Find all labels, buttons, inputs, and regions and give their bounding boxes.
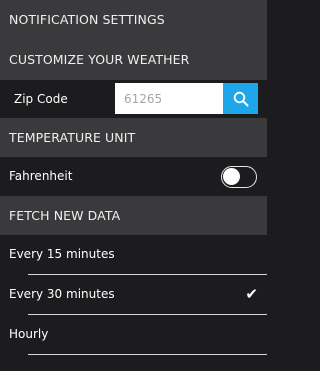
option-label: Hourly — [9, 327, 49, 341]
fahrenheit-toggle[interactable] — [221, 166, 257, 188]
section-header-notification: NOTIFICATION SETTINGS — [0, 0, 267, 39]
toggle-knob — [223, 168, 240, 185]
section-header-customize: CUSTOMIZE YOUR WEATHER — [0, 39, 267, 80]
zip-code-input[interactable] — [115, 83, 223, 114]
fetch-option-hourly[interactable]: Hourly — [0, 315, 267, 354]
zip-code-label: Zip Code — [14, 92, 68, 106]
section-title: CUSTOMIZE YOUR WEATHER — [9, 52, 190, 67]
option-label: Every 30 minutes — [9, 287, 115, 301]
settings-screen: NOTIFICATION SETTINGS CUSTOMIZE YOUR WEA… — [0, 0, 267, 371]
section-title: TEMPERATURE UNIT — [9, 130, 136, 145]
section-header-fetch: FETCH NEW DATA — [0, 196, 267, 235]
fahrenheit-label: Fahrenheit — [9, 169, 73, 183]
zip-code-row: Zip Code — [0, 80, 267, 118]
section-header-temperature: TEMPERATURE UNIT — [0, 118, 267, 157]
fetch-option-30-minutes[interactable]: Every 30 minutes ✔ — [0, 275, 267, 314]
option-label: Every 15 minutes — [9, 247, 115, 261]
search-button[interactable] — [223, 83, 258, 114]
temperature-unit-row: Fahrenheit — [0, 157, 267, 196]
fetch-option-15-minutes[interactable]: Every 15 minutes — [0, 235, 267, 274]
search-icon — [233, 91, 248, 106]
checkmark-icon: ✔ — [245, 285, 258, 303]
divider — [28, 354, 267, 355]
section-title: FETCH NEW DATA — [9, 208, 121, 223]
section-title: NOTIFICATION SETTINGS — [9, 12, 165, 27]
